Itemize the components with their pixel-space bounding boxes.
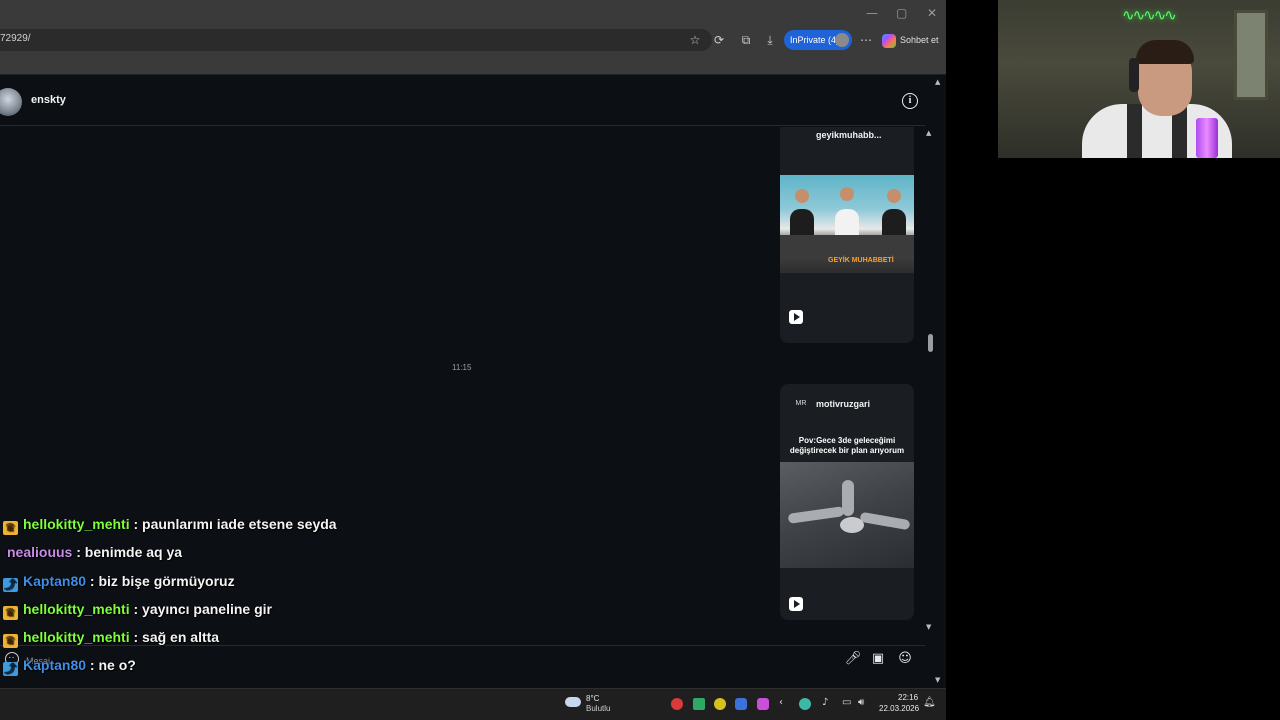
tray-app-icon[interactable] xyxy=(735,698,747,710)
weather-temperature[interactable]: 8°C xyxy=(586,694,599,703)
neon-sign: ∿∿∿∿∿ xyxy=(1122,6,1177,24)
chat-message-text: : paunlarımı iade etsene seyda xyxy=(133,516,337,532)
chevron-left-icon[interactable]: ‹ xyxy=(779,697,783,708)
crown-badge-icon xyxy=(3,521,18,535)
chat-message-text: : benimde aq ya xyxy=(76,544,183,560)
collections-icon[interactable]: ⧉ xyxy=(738,32,754,48)
extensions-icon[interactable]: ⟳ xyxy=(711,32,727,48)
title-bar: — ▢ ✕ xyxy=(0,0,946,27)
weather-description[interactable]: Bulutlu xyxy=(586,704,610,713)
reel-caption: Pov:Gece 3de geleceğimi değiştirecek bir… xyxy=(789,436,905,455)
shared-reel-card[interactable]: geyikmuhabb... GEYİK MUHABBETİ xyxy=(780,127,914,343)
chat-message-text: : ne o? xyxy=(89,657,136,673)
reel-thumbnail: GEYİK MUHABBETİ xyxy=(780,175,914,273)
download-icon[interactable]: ⤓ xyxy=(762,32,778,48)
volume-icon[interactable]: 🔊︎ xyxy=(858,697,864,708)
chat-username[interactable]: hellokitty_mehti xyxy=(23,629,130,645)
info-icon[interactable]: i xyxy=(902,93,918,109)
minimize-button[interactable]: — xyxy=(866,6,878,20)
chat-username[interactable]: hellokitty_mehti xyxy=(23,516,130,532)
page-scroll-up-arrow-icon[interactable]: ▲ xyxy=(935,78,940,86)
crown-badge-icon xyxy=(3,634,18,648)
reel-overlay-caption: GEYİK MUHABBETİ xyxy=(828,257,894,264)
reel-play-icon xyxy=(789,597,803,611)
chat-message: Kaptan80 : ne o? xyxy=(0,657,136,681)
background-window xyxy=(1234,10,1268,100)
dm-header xyxy=(0,76,936,126)
reel-handle: geyikmuhabb... xyxy=(816,130,882,140)
clock-date[interactable]: 22.03.2026 xyxy=(879,704,919,713)
sticker-icon[interactable]: ☺ xyxy=(896,651,914,667)
scrollbar[interactable] xyxy=(925,76,946,688)
image-upload-icon[interactable]: ▣ xyxy=(869,651,887,667)
message-timestamp: 11:15 xyxy=(452,363,472,372)
reel-logo: MR xyxy=(795,400,807,407)
tray-app-icon[interactable] xyxy=(693,698,705,710)
conversation-username[interactable]: enskty xyxy=(31,94,66,106)
microphone-icon[interactable]: ♪ xyxy=(822,697,828,708)
chat-username[interactable]: Kaptan80 xyxy=(23,573,86,589)
scroll-thumb[interactable] xyxy=(928,334,933,352)
star-icon[interactable]: ☆ xyxy=(687,32,703,48)
crown-badge-icon xyxy=(3,606,18,620)
chat-message: hellokitty_mehti : yayıncı paneline gir xyxy=(0,601,272,625)
inprivate-label: InPrivate (4) xyxy=(790,35,840,45)
more-icon[interactable]: ⋯ xyxy=(858,32,874,48)
prime-badge-icon xyxy=(3,662,18,676)
ceiling-fan xyxy=(840,517,864,533)
cloud-icon[interactable] xyxy=(565,697,581,707)
tray-app-icon[interactable] xyxy=(714,698,726,710)
tray-app-icon[interactable] xyxy=(799,698,811,710)
notification-bell-icon[interactable]: 🔔︎ xyxy=(923,697,936,708)
reel-handle: motivruzgari xyxy=(816,399,871,409)
network-icon[interactable]: ▭ xyxy=(842,697,851,708)
url-text: 72929/ xyxy=(0,33,31,44)
prime-badge-icon xyxy=(3,578,18,592)
chat-message-text: : sağ en altta xyxy=(133,629,220,645)
message-input[interactable] xyxy=(26,654,826,668)
chat-username[interactable]: nealiouus xyxy=(7,544,72,560)
chat-username[interactable]: Kaptan80 xyxy=(23,657,86,673)
clock-time[interactable]: 22:16 xyxy=(898,693,918,702)
chat-username[interactable]: hellokitty_mehti xyxy=(23,601,130,617)
reel-thumbnail xyxy=(780,462,914,568)
inprivate-button[interactable]: InPrivate (4) xyxy=(784,30,852,50)
profile-avatar xyxy=(835,33,849,47)
bookmarks-bar xyxy=(0,53,946,75)
headphones xyxy=(1129,58,1139,92)
chat-message-text: : biz bişe görmüyoruz xyxy=(89,573,235,589)
copilot-chat-label: Sohbet et xyxy=(900,35,939,45)
scroll-down-arrow-icon[interactable]: ▼ xyxy=(926,623,931,631)
address-bar[interactable]: 72929/ xyxy=(0,29,712,51)
chat-message: hellokitty_mehti : sağ en altta xyxy=(0,629,219,653)
webcam-feed: ∿∿∿∿∿ xyxy=(998,0,1280,158)
chat-message: hellokitty_mehti : paunlarımı iade etsen… xyxy=(0,516,337,540)
tray-app-icon[interactable] xyxy=(757,698,769,710)
reel-logo xyxy=(794,129,808,143)
reel-play-icon xyxy=(789,310,803,324)
streamer-hair xyxy=(1136,40,1194,64)
microphone-icon[interactable]: 🎤︎ xyxy=(844,651,862,667)
page-scroll-down-arrow-icon[interactable]: ▼ xyxy=(935,676,940,684)
shared-reel-card[interactable]: MR motivruzgari Pov:Gece 3de geleceğimi … xyxy=(780,384,914,620)
scroll-up-arrow-icon[interactable]: ▲ xyxy=(926,129,931,137)
energy-drink-can xyxy=(1196,118,1218,158)
copilot-chat-button[interactable]: Sohbet et xyxy=(882,30,939,50)
copilot-icon xyxy=(882,33,896,48)
close-button[interactable]: ✕ xyxy=(927,6,937,20)
tray-app-icon[interactable] xyxy=(671,698,683,710)
chat-message: nealiouus : benimde aq ya xyxy=(0,544,182,568)
chat-message-text: : yayıncı paneline gir xyxy=(133,601,272,617)
maximize-button[interactable]: ▢ xyxy=(896,6,907,20)
chat-message: Kaptan80 : biz bişe görmüyoruz xyxy=(0,573,235,597)
